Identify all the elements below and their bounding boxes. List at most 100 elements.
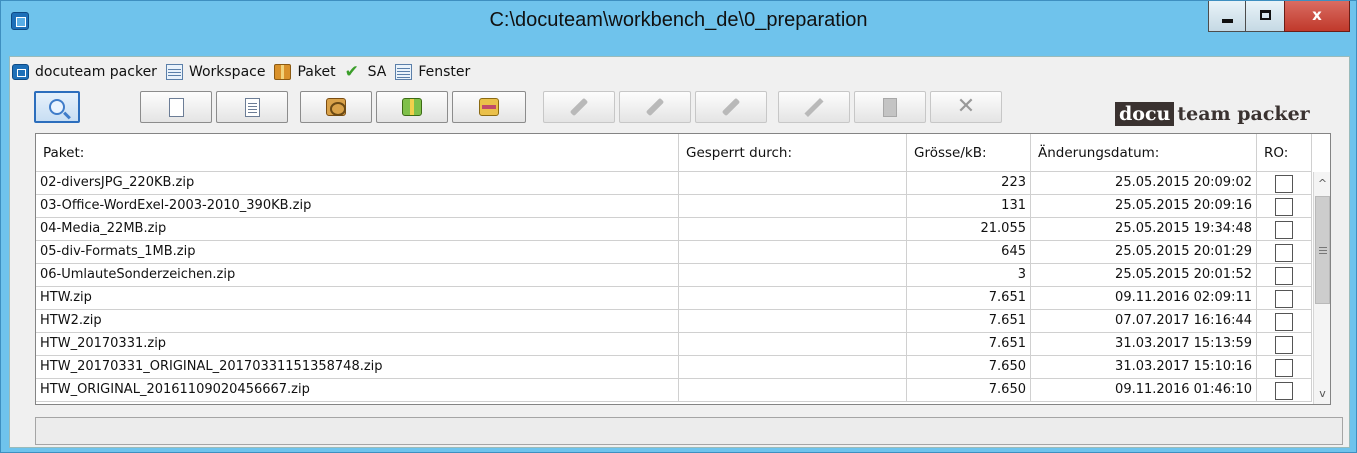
cell-date: 25.05.2015 20:09:16 (1031, 195, 1257, 218)
brand-logo: docu team packer (1115, 101, 1310, 127)
cell-locked-by (679, 172, 907, 195)
table-row[interactable]: HTW_20170331.zip 7.651 31.03.2017 15:13:59 (36, 333, 1312, 356)
cell-date: 25.05.2015 20:09:02 (1031, 172, 1257, 195)
cell-locked-by (679, 218, 907, 241)
vertical-scrollbar[interactable]: ^ v (1313, 172, 1330, 404)
scrollbar-thumb[interactable] (1315, 196, 1330, 304)
workspace-icon (165, 64, 183, 80)
cell-ro (1257, 218, 1312, 241)
wrench-icon (569, 97, 589, 117)
cell-size: 7.651 (907, 333, 1031, 356)
ro-checkbox[interactable] (1275, 243, 1293, 262)
table-row[interactable]: HTW.zip 7.651 09.11.2016 02:09:11 (36, 287, 1312, 310)
ro-checkbox[interactable] (1275, 335, 1293, 354)
delete-icon: ✕ (956, 94, 976, 119)
table-row[interactable]: 05-div-Formats_1MB.zip 645 25.05.2015 20:0… (36, 241, 1312, 264)
brand-logo-light: team packer (1177, 103, 1310, 125)
scroll-up-icon[interactable]: ^ (1314, 174, 1330, 194)
package-yellow-icon (479, 98, 499, 116)
delete-button[interactable]: ✕ (930, 91, 1002, 123)
cell-paket: HTW_20170331.zip (36, 333, 679, 356)
document-list-button[interactable] (216, 91, 288, 123)
clipboard-button[interactable] (854, 91, 926, 123)
new-document-button[interactable] (140, 91, 212, 123)
column-header-date[interactable]: Änderungsdatum: (1031, 134, 1257, 172)
pencil-button[interactable] (778, 91, 850, 123)
cell-ro (1257, 287, 1312, 310)
column-header-size[interactable]: Grösse/kB: (907, 134, 1031, 172)
cell-paket: 03-Office-WordExel-2003-2010_390KB.zip (36, 195, 679, 218)
cell-size: 7.650 (907, 356, 1031, 379)
menu-label: Fenster (418, 64, 471, 80)
table-row[interactable]: 02-diversJPG_220KB.zip 223 25.05.2015 20:0… (36, 172, 1312, 195)
menu-item-paket[interactable]: Paket (274, 64, 336, 80)
cell-date: 25.05.2015 20:01:29 (1031, 241, 1257, 264)
wrench-3-button[interactable] (695, 91, 767, 123)
package-table: Paket: Gesperrt durch: Grösse/kB: Änderu… (35, 133, 1331, 405)
cell-locked-by (679, 195, 907, 218)
close-button[interactable]: x (1284, 1, 1350, 32)
menu-item-fenster[interactable]: Fenster (395, 64, 470, 80)
minimize-button[interactable] (1208, 1, 1246, 32)
table-row[interactable]: HTW_20170331_ORIGINAL_20170331151358748.… (36, 356, 1312, 379)
menu-item-workspace[interactable]: Workspace (165, 64, 266, 80)
new-document-icon (168, 97, 184, 117)
table-row[interactable]: HTW_ORIGINAL_20161109020456667.zip 7.650 0… (36, 379, 1312, 402)
column-header-locked-by[interactable]: Gesperrt durch: (679, 134, 907, 172)
table-row[interactable]: 04-Media_22MB.zip 21.055 25.05.2015 19:34:… (36, 218, 1312, 241)
window-list-icon (395, 64, 413, 80)
maximize-button[interactable] (1245, 1, 1285, 32)
cell-date: 31.03.2017 15:10:16 (1031, 356, 1257, 379)
cell-ro (1257, 333, 1312, 356)
cell-date: 07.07.2017 16:16:44 (1031, 310, 1257, 333)
brand-logo-dark: docu (1115, 102, 1175, 126)
cell-ro (1257, 379, 1312, 402)
cell-date: 09.11.2016 01:46:10 (1031, 379, 1257, 402)
ro-checkbox[interactable] (1275, 220, 1293, 239)
ro-checkbox[interactable] (1275, 358, 1293, 377)
table-row[interactable]: 03-Office-WordExel-2003-2010_390KB.zip 13… (36, 195, 1312, 218)
ro-checkbox[interactable] (1275, 312, 1293, 331)
maximize-icon (1259, 10, 1271, 20)
client-area: docuteam packer Workspace Paket ✔ SA Fen… (9, 56, 1350, 448)
search-button[interactable] (34, 91, 80, 123)
cell-size: 7.650 (907, 379, 1031, 402)
ro-checkbox[interactable] (1275, 289, 1293, 308)
table-row[interactable]: HTW2.zip 7.651 07.07.2017 16:16:44 (36, 310, 1312, 333)
menu-label: Workspace (188, 64, 266, 80)
menu-item-sa[interactable]: ✔ SA (345, 64, 387, 81)
menu-item-docuteam-packer[interactable]: docuteam packer (12, 64, 157, 80)
cell-locked-by (679, 333, 907, 356)
wrench-button[interactable] (543, 91, 615, 123)
ro-checkbox[interactable] (1275, 381, 1293, 400)
cell-ro (1257, 195, 1312, 218)
ro-checkbox[interactable] (1275, 266, 1293, 285)
cell-paket: 02-diversJPG_220KB.zip (36, 172, 679, 195)
package-yellow-button[interactable] (452, 91, 526, 123)
menu-label: SA (367, 64, 387, 80)
column-header-ro[interactable]: RO: (1257, 134, 1312, 172)
ro-checkbox[interactable] (1275, 197, 1293, 216)
ro-checkbox[interactable] (1275, 174, 1293, 193)
cell-paket: HTW_ORIGINAL_20161109020456667.zip (36, 379, 679, 402)
wrench-2-button[interactable] (619, 91, 691, 123)
cell-locked-by (679, 287, 907, 310)
cell-locked-by (679, 310, 907, 333)
search-icon (49, 99, 65, 115)
table-row[interactable]: 06-UmlauteSonderzeichen.zip 3 25.05.2015 2… (36, 264, 1312, 287)
package-open-button[interactable] (300, 91, 372, 123)
scroll-down-icon[interactable]: v (1314, 384, 1330, 404)
packer-icon (12, 64, 29, 80)
cell-date: 25.05.2015 20:01:52 (1031, 264, 1257, 287)
table-body: 02-diversJPG_220KB.zip 223 25.05.2015 20:0… (36, 172, 1312, 402)
cell-size: 645 (907, 241, 1031, 264)
clipboard-icon (883, 97, 897, 117)
package-green-button[interactable] (376, 91, 448, 123)
title-bar[interactable]: C:\docuteam\workbench_de\0_preparation x (1, 1, 1356, 56)
close-icon: x (1312, 6, 1322, 24)
cell-locked-by (679, 356, 907, 379)
cell-size: 7.651 (907, 287, 1031, 310)
package-open-icon (326, 98, 346, 116)
column-header-paket[interactable]: Paket: (36, 134, 679, 172)
package-green-icon (402, 98, 422, 116)
